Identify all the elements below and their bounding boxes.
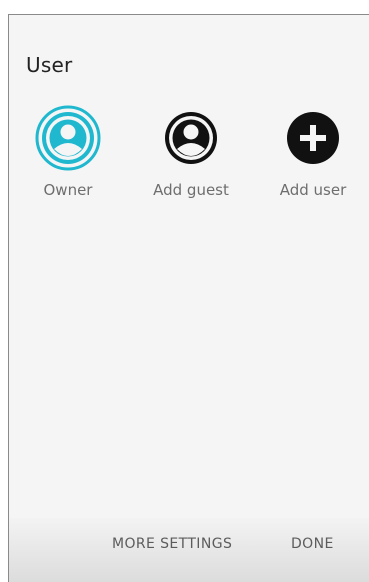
- dialog-title: User: [26, 53, 73, 77]
- user-label-add-user: Add user: [279, 181, 347, 199]
- more-settings-button[interactable]: MORE SETTINGS: [112, 536, 232, 552]
- plus-circle-icon: [287, 112, 339, 164]
- account-circle-icon: [165, 112, 217, 164]
- user-switcher-dialog: User Owner Add guest Add user MORE SETTI…: [8, 14, 369, 582]
- user-tile-owner[interactable]: Owner: [9, 105, 127, 205]
- user-label-add-guest: Add guest: [153, 181, 229, 199]
- done-button[interactable]: DONE: [291, 536, 334, 552]
- owner-avatar-icon: [35, 105, 101, 171]
- user-label-owner: Owner: [43, 181, 93, 199]
- user-tile-add-guest[interactable]: Add guest: [131, 105, 251, 205]
- user-tile-add-user[interactable]: Add user: [253, 105, 369, 205]
- dialog-footer: MORE SETTINGS DONE: [9, 518, 369, 582]
